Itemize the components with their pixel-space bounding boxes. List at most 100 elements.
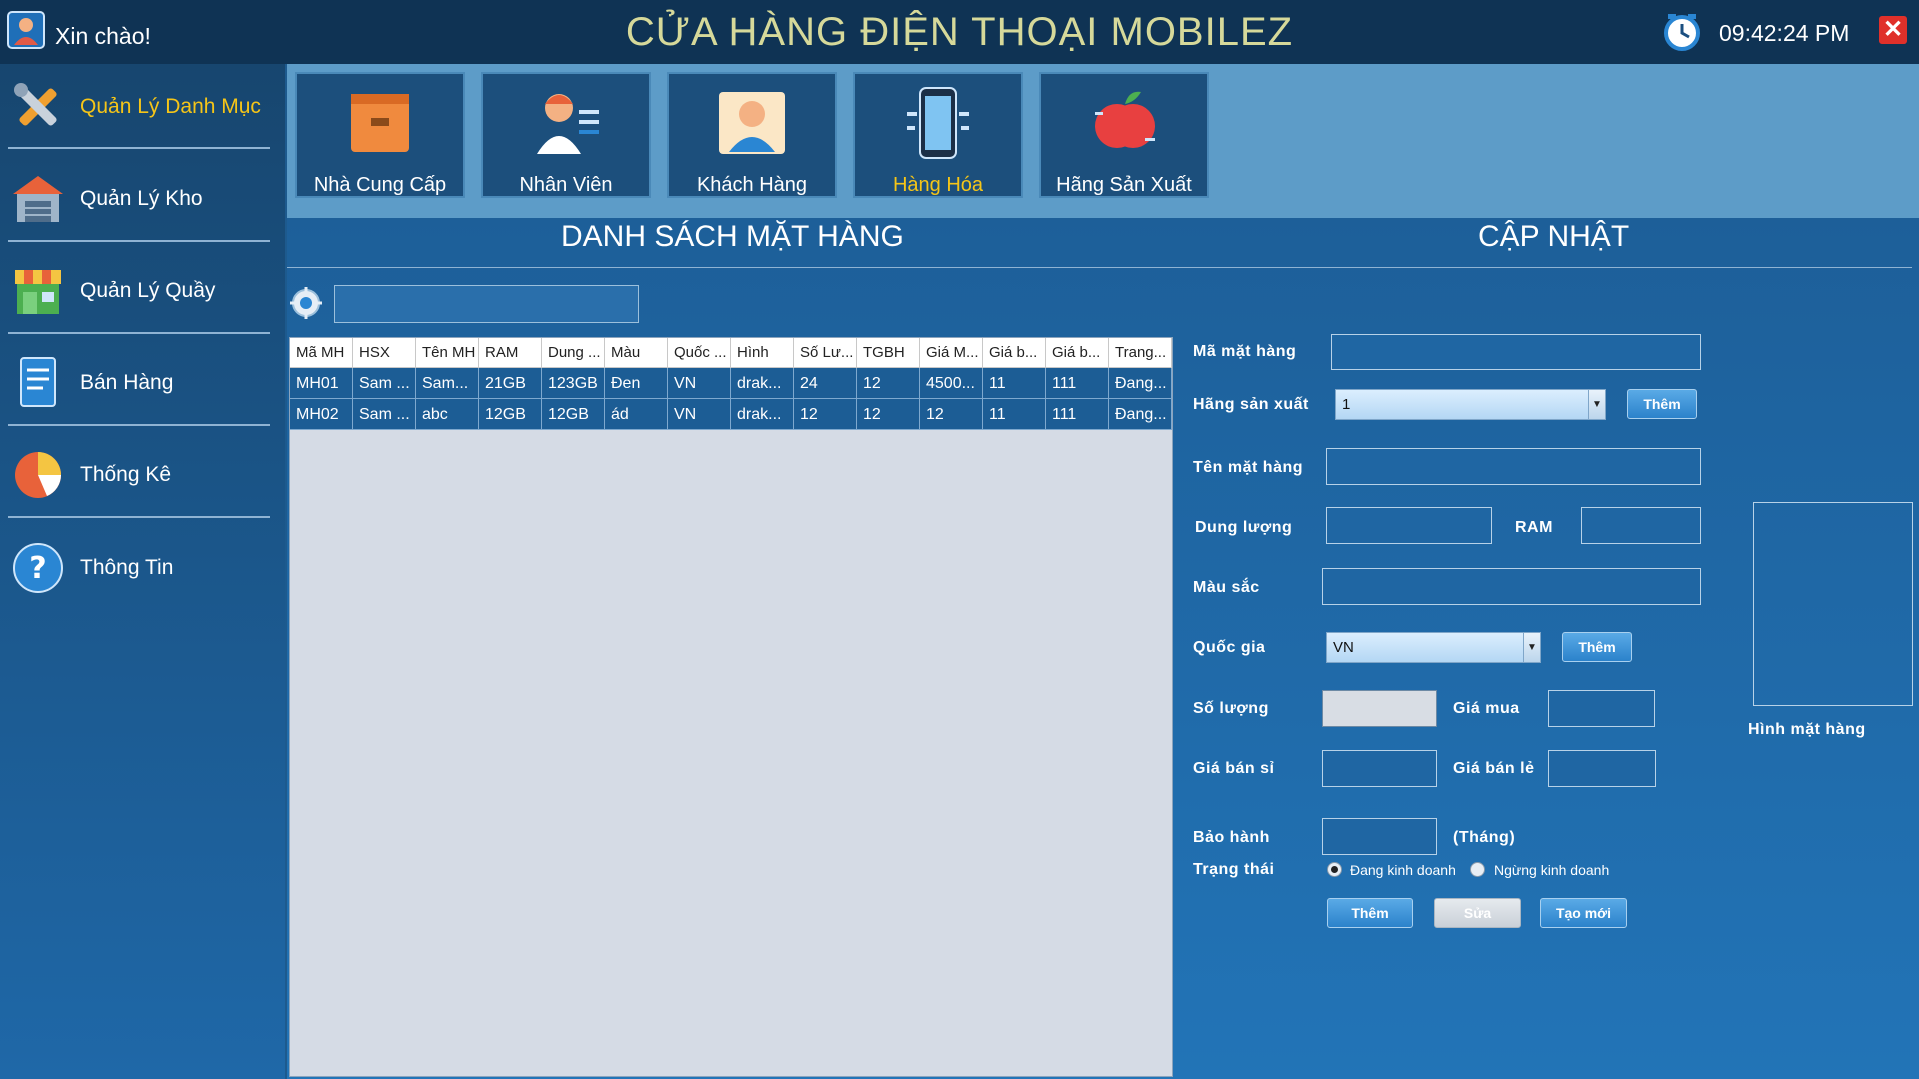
column-header[interactable]: Số Lư...	[794, 338, 857, 368]
svg-text:?: ?	[29, 551, 46, 586]
customer-icon	[719, 92, 785, 154]
table-cell: 4500...	[920, 368, 983, 399]
table-cell: 12GB	[479, 399, 542, 430]
search-input[interactable]	[334, 285, 639, 323]
product-image-box[interactable]	[1753, 502, 1913, 706]
search-icon[interactable]	[287, 284, 325, 322]
warehouse-icon	[13, 176, 63, 222]
column-header[interactable]: Mã MH	[290, 338, 353, 368]
table-cell: Sam ...	[353, 368, 416, 399]
tile-khach-hang[interactable]: Khách Hàng	[667, 72, 837, 198]
table-cell: Đang...	[1109, 399, 1172, 430]
gia-ban-si-input[interactable]	[1322, 750, 1437, 787]
clock-icon	[1664, 14, 1700, 51]
table-cell: Sam...	[416, 368, 479, 399]
sidebar-item-ban-hang[interactable]: Bán Hàng	[0, 338, 285, 430]
tile-label: Hàng Hóa	[892, 174, 984, 196]
sidebar-divider	[8, 147, 270, 149]
sidebar-item-thong-tin[interactable]: ? Thông Tin	[0, 523, 285, 615]
form-heading: CẬP NHẬT	[1478, 220, 1630, 253]
sidebar-divider	[8, 240, 270, 242]
tile-nha-cung-cap[interactable]: Nhà Cung Cấp	[295, 72, 465, 198]
gia-ban-le-input[interactable]	[1548, 750, 1656, 787]
tile-nhan-vien[interactable]: Nhân Viên	[481, 72, 651, 198]
hang-san-xuat-label: Hãng sản xuất	[1193, 396, 1309, 413]
gia-mua-label: Giá mua	[1453, 700, 1520, 717]
table-cell: 12	[857, 368, 920, 399]
new-button[interactable]: Tạo mới	[1540, 898, 1627, 928]
table-cell: 12GB	[542, 399, 605, 430]
table-cell: 111	[1046, 399, 1109, 430]
tile-label: Nhà Cung Cấp	[313, 174, 447, 196]
column-header[interactable]: Tên MH	[416, 338, 479, 368]
help-icon: ?	[13, 543, 63, 593]
table-row[interactable]: MH01 Sam ... Sam... 21GB 123GB Đen VN dr…	[290, 368, 1172, 399]
column-header[interactable]: Hình	[731, 338, 794, 368]
column-header[interactable]: Màu	[605, 338, 668, 368]
status-inactive-radio[interactable]	[1470, 862, 1485, 877]
sidebar-item-quan-ly-quay[interactable]: Quản Lý Quầy	[0, 246, 285, 338]
gia-ban-si-label: Giá bán sỉ	[1193, 760, 1275, 777]
column-header[interactable]: HSX	[353, 338, 416, 368]
column-header[interactable]: TGBH	[857, 338, 920, 368]
table-cell: Đang...	[1109, 368, 1172, 399]
chevron-down-icon[interactable]: ▼	[1523, 633, 1540, 662]
mau-sac-input[interactable]	[1322, 568, 1701, 605]
dung-luong-input[interactable]	[1326, 507, 1492, 544]
table-cell: abc	[416, 399, 479, 430]
box-icon	[351, 94, 409, 152]
quoc-gia-select[interactable]: VN ▼	[1326, 632, 1541, 663]
tile-hang-hoa[interactable]: Hàng Hóa	[853, 72, 1023, 198]
bao-hanh-label: Bảo hành	[1193, 829, 1270, 846]
dung-luong-label: Dung lượng	[1195, 519, 1293, 536]
sidebar-item-thong-ke[interactable]: Thống Kê	[0, 430, 285, 522]
bao-hanh-unit: (Tháng)	[1453, 829, 1516, 846]
gia-mua-input[interactable]	[1548, 690, 1655, 727]
app-title: CỬA HÀNG ĐIỆN THOẠI MOBILEZ	[625, 10, 1294, 54]
pie-chart-icon	[15, 452, 61, 498]
sidebar-item-label: Quản Lý Danh Mục	[80, 95, 261, 118]
sidebar-item-quan-ly-danh-muc[interactable]: Quản Lý Danh Mục	[0, 62, 285, 154]
ma-mat-hang-label: Mã mặt hàng	[1193, 343, 1297, 360]
tile-label: Khách Hàng	[696, 174, 808, 196]
status-inactive-label[interactable]: Ngừng kinh doanh	[1494, 862, 1609, 878]
status-active-label[interactable]: Đang kinh doanh	[1350, 862, 1456, 878]
ram-input[interactable]	[1581, 507, 1701, 544]
sidebar-item-label: Thông Tin	[80, 556, 174, 579]
table-cell: 12	[794, 399, 857, 430]
ten-mat-hang-label: Tên mặt hàng	[1193, 459, 1304, 476]
tile-hang-san-xuat[interactable]: Hãng Sản Xuất	[1039, 72, 1209, 198]
quoc-gia-label: Quốc gia	[1193, 639, 1266, 656]
close-button[interactable]: ✕	[1879, 16, 1907, 44]
hang-san-xuat-value: 1	[1342, 396, 1351, 413]
table-cell: 123GB	[542, 368, 605, 399]
grid-header-row: Mã MH HSX Tên MH RAM Dung ... Màu Quốc .…	[290, 338, 1172, 368]
add-button[interactable]: Thêm	[1327, 898, 1413, 928]
edit-button: Sửa	[1434, 898, 1521, 928]
sidebar-item-label: Quản Lý Kho	[80, 187, 203, 210]
column-header[interactable]: Giá b...	[983, 338, 1046, 368]
status-active-radio[interactable]	[1327, 862, 1342, 877]
sidebar-divider	[8, 332, 270, 334]
add-hang-san-xuat-button[interactable]: Thêm	[1627, 389, 1697, 419]
tools-icon	[14, 83, 57, 126]
column-header[interactable]: Giá M...	[920, 338, 983, 368]
product-grid[interactable]: Mã MH HSX Tên MH RAM Dung ... Màu Quốc .…	[289, 337, 1173, 1077]
hang-san-xuat-select[interactable]: 1 ▼	[1335, 389, 1606, 420]
ten-mat-hang-input[interactable]	[1326, 448, 1701, 485]
ram-label: RAM	[1515, 519, 1553, 536]
so-luong-input	[1322, 690, 1437, 727]
column-header[interactable]: Trang...	[1109, 338, 1172, 368]
column-header[interactable]: Dung ...	[542, 338, 605, 368]
sidebar-item-quan-ly-kho[interactable]: Quản Lý Kho	[0, 154, 285, 246]
table-row[interactable]: MH02 Sam ... abc 12GB 12GB ád VN drak...…	[290, 399, 1172, 430]
table-cell: 111	[1046, 368, 1109, 399]
chevron-down-icon[interactable]: ▼	[1588, 390, 1605, 419]
bao-hanh-input[interactable]	[1322, 818, 1437, 855]
add-quoc-gia-button[interactable]: Thêm	[1562, 632, 1632, 662]
column-header[interactable]: RAM	[479, 338, 542, 368]
column-header[interactable]: Giá b...	[1046, 338, 1109, 368]
column-header[interactable]: Quốc ...	[668, 338, 731, 368]
ma-mat-hang-input[interactable]	[1331, 334, 1701, 370]
product-image-label: Hình mặt hàng	[1748, 721, 1866, 738]
